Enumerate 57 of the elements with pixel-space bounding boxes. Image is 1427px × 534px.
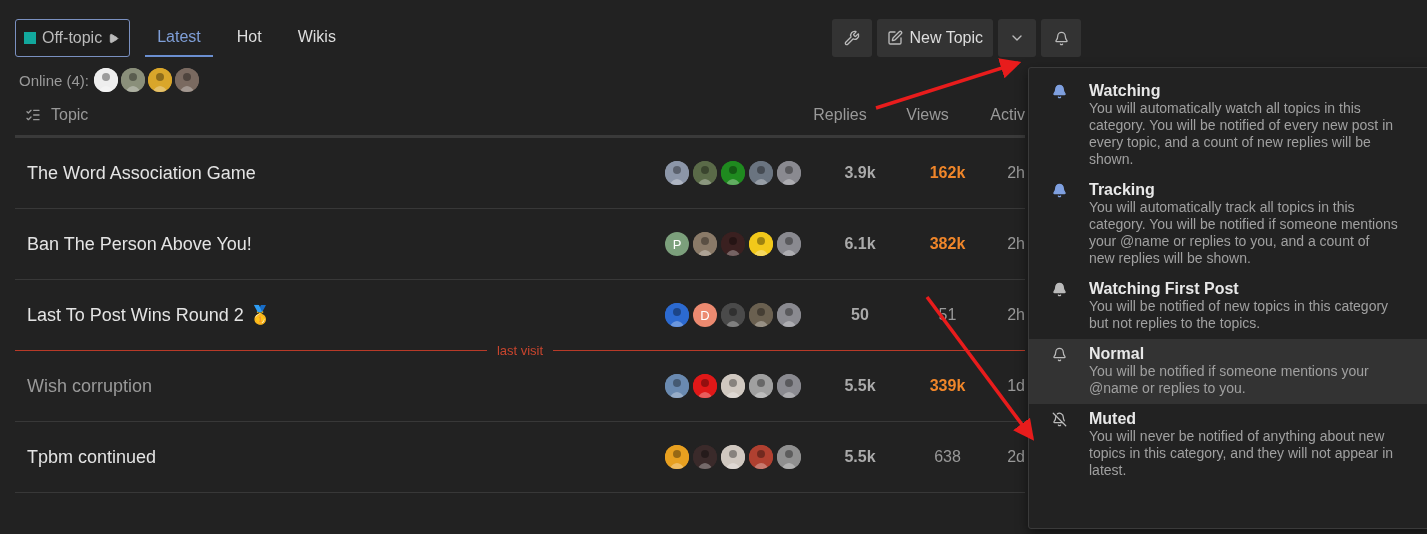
topic-title[interactable]: The Word Association Game [15,162,256,184]
pencil-icon [887,30,904,46]
replies-count: 6.1k [844,235,876,253]
activity-header[interactable]: Activ [965,106,1025,124]
bell-icon [1051,282,1067,297]
views-count: 382k [929,235,966,253]
menu-item-description: You will be notified if someone mentions your @name or replies to you. [1089,363,1370,397]
nav-tab[interactable]: Wikis [285,19,348,57]
nav-tab[interactable]: Hot [224,19,274,57]
menu-item-title: Normal [1089,345,1146,363]
bell-icon [1051,347,1067,362]
replies-count: 5.5k [844,448,876,466]
topic-title[interactable]: Wish corruption [15,375,153,397]
activity-time[interactable]: 1d [1007,377,1025,395]
wrench-icon [844,30,861,46]
checklist-icon [25,107,41,123]
menu-item-title: Watching First Post [1089,280,1240,298]
new-topic-button[interactable]: New Topic [877,19,993,57]
activity-time[interactable]: 2h [1007,235,1025,253]
activity-time[interactable]: 2h [1007,306,1025,324]
notification-button[interactable] [1041,19,1081,57]
menu-item-description: You will automatically track all topics in this category. You will be notified if someone mentions your @name or replies to you, and a count of new replies will be shown. [1089,199,1399,267]
views-header[interactable]: Views [890,106,965,124]
views-count: 638 [934,448,961,466]
bell-off-icon [1051,412,1067,427]
topic-title[interactable]: Ban The Person Above You! [15,233,252,255]
menu-item-description: You will automatically watch all topics in this category. You will be notified of every new post in every topic, and a count of new replies will be shown. [1089,100,1395,168]
wrench-button[interactable] [832,19,873,57]
replies-count: 5.5k [844,377,876,395]
menu-item[interactable]: Watching First Post You will be notified of new topics in this category but not replies to the topics. [1029,274,1427,339]
bell-icon [1051,84,1067,99]
menu-item-title: Muted [1089,410,1138,428]
last-visit-label: last visit [494,343,546,358]
menu-item[interactable]: Normal You will be notified if someone mentions your @name or replies to you. [1029,339,1427,404]
views-count: 162k [929,164,966,182]
category-dropdown[interactable]: Off-topic [15,19,131,57]
views-count: 339k [929,377,966,395]
bell-icon [1053,30,1069,46]
topic-title[interactable]: Last To Post Wins Round 2 🥇 [15,304,271,326]
replies-count: 3.9k [844,164,876,182]
activity-time[interactable]: 2d [1007,448,1025,466]
topic-header[interactable]: Topic [15,106,790,124]
bell-icon [1051,183,1067,198]
menu-item-description: You will be notified of new topics in this category but not replies to the topics. [1089,298,1390,332]
caret-icon [108,32,120,44]
nav-tab[interactable]: Latest [145,19,213,57]
activity-time[interactable]: 2h [1007,164,1025,182]
replies-header[interactable]: Replies [790,106,890,124]
menu-item[interactable]: Watching You will automatically watch all topics in this category. You will be notified of every new post in every topic, and a count of new replies will be shown. [1029,76,1427,175]
menu-item[interactable]: Muted You will never be notified of anything about new topics in this category, and they will not appear in latest. [1029,404,1427,486]
menu-item[interactable]: Tracking You will automatically track all topics in this category. You will be notified if someone mentions your @name or replies to you, and a count of new replies will be shown. [1029,175,1427,274]
menu-item-title: Tracking [1089,181,1156,199]
menu-item-description: You will never be notified of anything about new topics in this category, and they will not appear in latest. [1089,428,1395,479]
topic-title[interactable]: Tpbm continued [15,446,157,468]
online-label: Online (4): [19,71,90,89]
replies-count: 50 [851,306,869,324]
menu-item-title: Watching [1089,82,1162,100]
